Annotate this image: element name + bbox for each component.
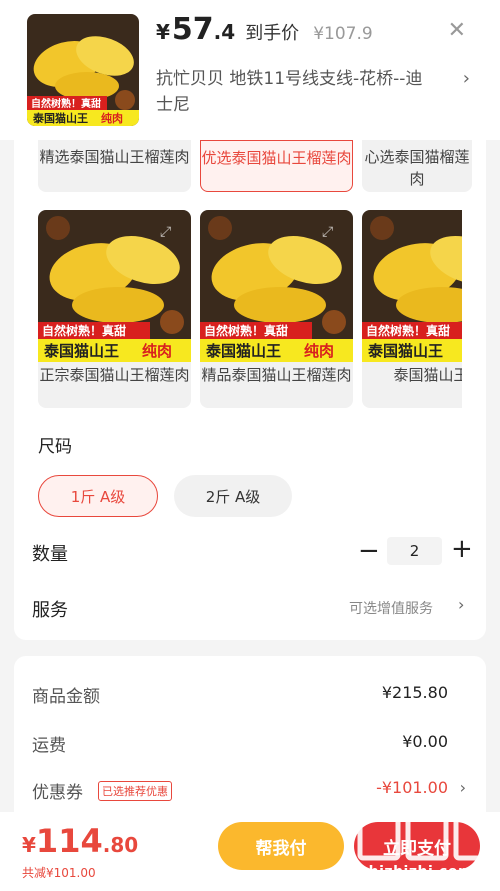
variant-image: 自然树熟！真甜 泰国猫山王 <box>362 210 462 362</box>
image-banner-bottom-c: 泰国猫山王 <box>367 342 443 360</box>
price-label: 到手价 <box>245 23 300 44</box>
expand-icon[interactable]: ⤢ <box>322 224 333 240</box>
original-price: ¥107.9 <box>313 24 373 44</box>
quantity-minus-button[interactable]: − <box>358 536 380 566</box>
shipping-label: 运费 <box>32 736 66 756</box>
size-option[interactable]: 2斤 A级 <box>174 475 292 517</box>
variant-name: 泰国猫山王肉 <box>393 366 462 384</box>
expand-icon[interactable]: ⤢ <box>160 224 171 240</box>
variant-name: 正宗泰国猫山王榴莲肉 <box>39 366 190 384</box>
total-currency: ¥ <box>22 833 36 857</box>
quantity-plus-button[interactable]: + <box>451 534 473 564</box>
coupon-label: 优惠券 <box>32 783 83 803</box>
goods-amount-value: ¥215.80 <box>381 683 448 702</box>
variant-image: 自然树熟！真甜 泰国猫山王 纯肉 ⤢ <box>38 210 191 362</box>
quantity-label: 数量 <box>32 544 68 565</box>
total-price: ¥ 114 .80 <box>22 822 138 860</box>
sku-selector-card: 精选泰国猫山王榴莲肉 优选泰国猫山王榴莲肉 心选泰国猫榴莲肉 自然树熟！真甜 泰… <box>14 140 486 640</box>
variant-row-images: 自然树熟！真甜 泰国猫山王 纯肉 ⤢ 正宗泰国猫山王榴莲肉 自然树熟！真甜 泰国… <box>38 210 462 408</box>
price-integer: 57 <box>171 12 214 47</box>
saved-amount: 共减¥101.00 <box>22 866 96 880</box>
order-summary-card: 商品金额 ¥215.80 运费 ¥0.00 优惠券 已选推荐优惠 -¥101.0… <box>14 656 486 826</box>
variant-name: 精品泰国猫山王榴莲肉 <box>201 366 352 384</box>
shipping-value: ¥0.00 <box>402 732 448 751</box>
price-currency: ¥ <box>156 20 170 44</box>
goods-amount-label: 商品金额 <box>32 687 100 707</box>
price-row: ¥ 57 .4 到手价 ¥107.9 <box>156 12 373 47</box>
watermark-text: zhizhizhi.com <box>360 864 474 880</box>
service-value[interactable]: 可选增值服务 <box>349 598 433 618</box>
chevron-right-icon[interactable]: › <box>463 68 470 89</box>
chevron-right-icon[interactable]: › <box>460 778 466 797</box>
product-thumbnail: 自然树熟！真甜 泰国猫山王 纯肉 <box>27 14 139 126</box>
product-header: 自然树熟！真甜 泰国猫山王 纯肉 ¥ 57 .4 到手价 ¥107.9 ✕ 抗忙… <box>0 0 500 140</box>
total-decimal: .80 <box>102 833 139 857</box>
variant-option-selected[interactable]: 优选泰国猫山王榴莲肉 <box>200 140 353 192</box>
variant-card[interactable]: 自然树熟！真甜 泰国猫山王 纯肉 ⤢ 精品泰国猫山王榴莲肉 <box>200 210 353 408</box>
variant-card[interactable]: 自然树熟！真甜 泰国猫山王 纯肉 ⤢ 正宗泰国猫山王榴莲肉 <box>38 210 191 408</box>
service-label: 服务 <box>32 600 68 621</box>
variant-option[interactable]: 精选泰国猫山王榴莲肉 <box>38 140 191 192</box>
coupon-value[interactable]: -¥101.00 <box>376 778 448 797</box>
variant-image: 自然树熟！真甜 泰国猫山王 纯肉 ⤢ <box>200 210 353 362</box>
size-title: 尺码 <box>38 437 72 457</box>
image-banner-bottom-a: 泰国猫山王 <box>205 342 281 360</box>
image-banner-top: 自然树熟！真甜 <box>42 323 126 338</box>
image-banner-bottom-b: 纯肉 <box>304 342 334 360</box>
thumb-banner-bottom-a: 泰国猫山王 <box>32 111 88 125</box>
image-banner-top: 自然树熟！真甜 <box>204 323 288 338</box>
help-me-pay-button[interactable]: 帮我付 <box>218 822 344 870</box>
size-option-selected[interactable]: 1斤 A级 <box>38 475 158 517</box>
image-banner-top: 自然树熟！真甜 <box>366 323 450 338</box>
image-banner-bottom-a: 泰国猫山王 <box>43 342 119 360</box>
variant-row-top: 精选泰国猫山王榴莲肉 优选泰国猫山王榴莲肉 心选泰国猫榴莲肉 <box>38 140 481 192</box>
delivery-address[interactable]: 抗忙贝贝 地铁11号线支线-花桥--迪士尼 <box>156 66 426 118</box>
quantity-input[interactable]: 2 <box>387 537 442 565</box>
chevron-right-icon[interactable]: › <box>458 595 464 614</box>
coupon-badge: 已选推荐优惠 <box>98 781 172 801</box>
price-decimal: .4 <box>213 20 236 44</box>
variant-card[interactable]: 自然树熟！真甜 泰国猫山王 泰国猫山王肉 <box>362 210 462 408</box>
image-banner-bottom-b: 纯肉 <box>142 342 172 360</box>
thumb-banner-top: 自然树熟！真甜 <box>31 97 101 110</box>
thumb-banner-bottom-b: 纯肉 <box>101 111 123 125</box>
close-icon[interactable]: ✕ <box>448 18 466 43</box>
variant-option[interactable]: 心选泰国猫榴莲肉 <box>362 140 472 192</box>
total-integer: 114 <box>35 822 103 860</box>
